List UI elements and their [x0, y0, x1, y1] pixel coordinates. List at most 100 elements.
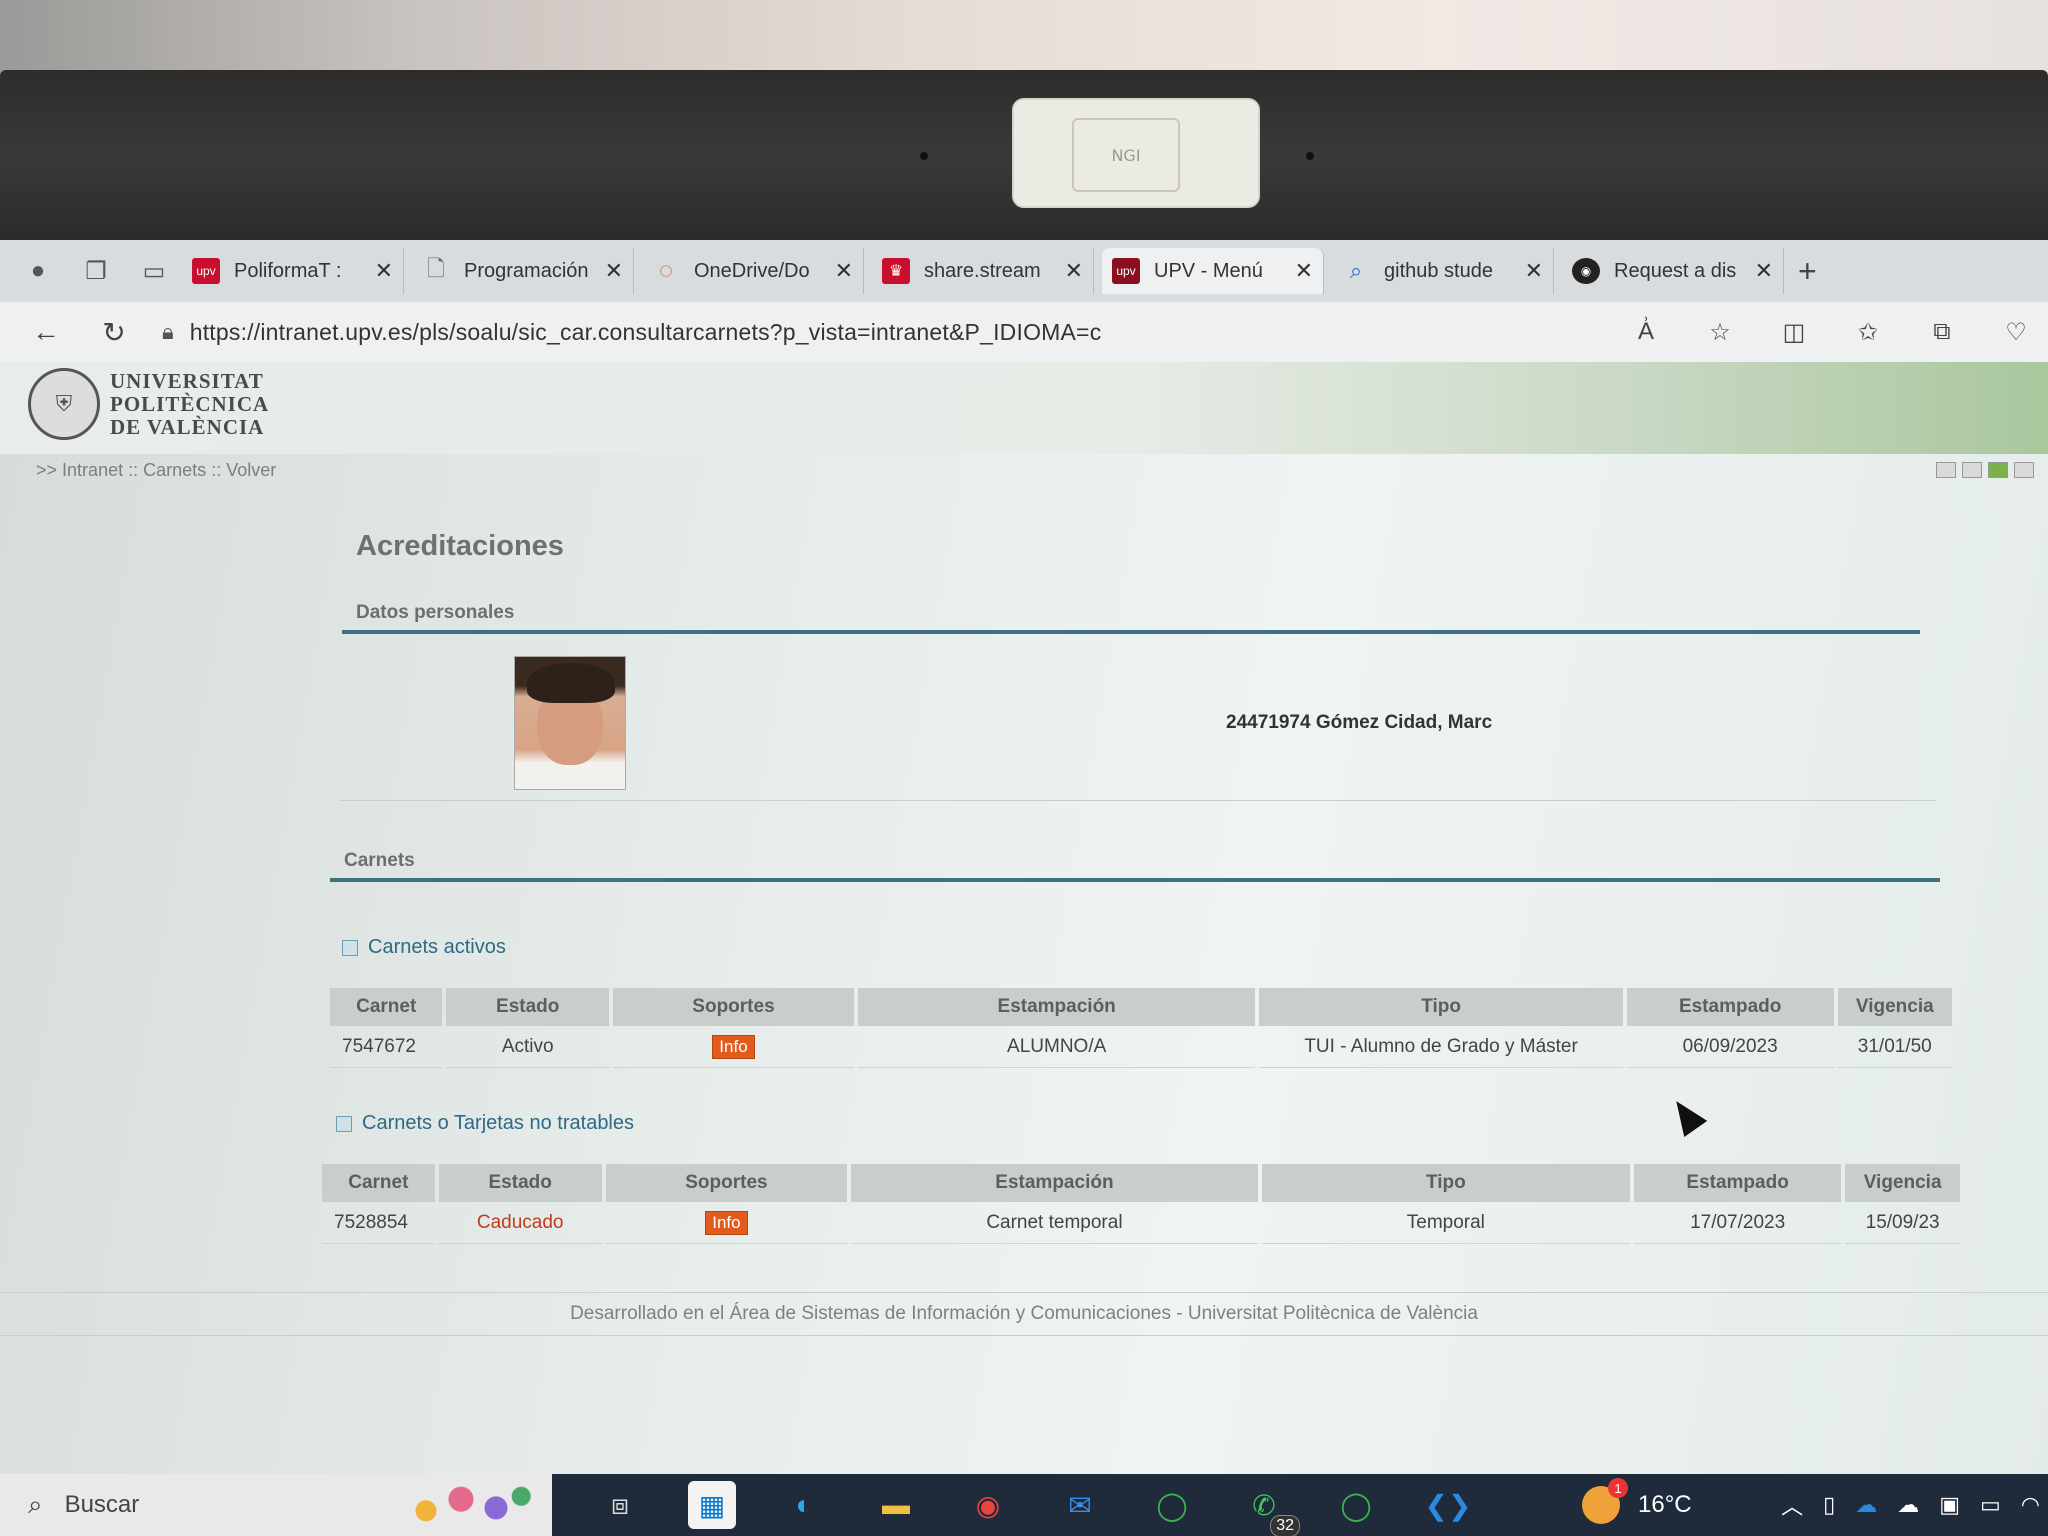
- url-text: https://intranet.upv.es/pls/soalu/sic_ca…: [189, 318, 1102, 345]
- tab-poliformat[interactable]: upv PoliformaT : ✕: [182, 248, 404, 294]
- mail-icon[interactable]: ✉: [1056, 1481, 1104, 1529]
- app-circle-icon[interactable]: ◯: [1148, 1481, 1196, 1529]
- breadcrumb-carnets[interactable]: Carnets: [143, 460, 206, 480]
- page-title: Acreditaciones: [356, 530, 564, 562]
- view-icon[interactable]: [1988, 462, 2008, 478]
- info-button[interactable]: Info: [712, 1034, 755, 1059]
- close-icon[interactable]: ✕: [1525, 258, 1543, 284]
- bezel-dot: [920, 152, 928, 160]
- store-icon[interactable]: ▦: [688, 1481, 736, 1529]
- profile-icon[interactable]: ●: [18, 251, 58, 291]
- search-highlight-image: [398, 1476, 538, 1534]
- notification-badge: 32: [1270, 1515, 1300, 1536]
- search-icon: ⌕: [1349, 258, 1363, 283]
- app-circle-icon[interactable]: ◯: [1332, 1481, 1380, 1529]
- screen-icon[interactable]: ▣: [1939, 1492, 1960, 1518]
- favorites-icon[interactable]: ✩: [1846, 310, 1890, 354]
- edge-icon[interactable]: ◐: [780, 1481, 828, 1529]
- chevron-up-icon[interactable]: ︿: [1781, 1489, 1803, 1521]
- list-icon: [336, 1115, 352, 1132]
- bezel-dot: [1306, 152, 1314, 160]
- task-view-icon[interactable]: ⧈: [596, 1481, 644, 1529]
- tab-request[interactable]: ◉ Request a dis ✕: [1562, 248, 1784, 294]
- untreatable-carnets-heading: Carnets o Tarjetas no tratables: [336, 1112, 634, 1135]
- lock-icon: 🔒︎: [162, 319, 174, 344]
- new-tab-button[interactable]: +: [1798, 253, 1817, 290]
- untreatable-carnets-table: Carnet Estado Soportes Estampación Tipo …: [318, 1164, 1964, 1244]
- tab-programacion[interactable]: 🗋 Programación ✕: [412, 248, 634, 294]
- address-bar[interactable]: 🔒︎ https://intranet.upv.es/pls/soalu/sic…: [162, 310, 1622, 354]
- upv-icon: upv: [1112, 258, 1140, 284]
- star-icon[interactable]: ☆: [1698, 310, 1742, 354]
- col-estampacion: Estampación: [857, 988, 1256, 1026]
- webcam-cover-label: NGI: [1072, 118, 1180, 192]
- close-icon[interactable]: ✕: [1065, 258, 1083, 284]
- view-icon[interactable]: [2014, 462, 2034, 478]
- tab-onedrive[interactable]: ◌ OneDrive/Do ✕: [642, 248, 864, 294]
- read-aloud-icon[interactable]: A͗: [1624, 310, 1668, 354]
- cloud-icon[interactable]: ☁: [1897, 1492, 1919, 1518]
- back-arrow-icon[interactable]: ←: [24, 310, 68, 354]
- weather-badge: 1: [1608, 1478, 1628, 1498]
- tab-upv-menu[interactable]: upv UPV - Menú ✕: [1102, 248, 1324, 294]
- col-vigencia: Vigencia: [1845, 1164, 1960, 1202]
- collections-icon[interactable]: ⧉: [1920, 310, 1964, 354]
- col-tipo: Tipo: [1261, 1164, 1630, 1202]
- close-icon[interactable]: ✕: [1295, 258, 1313, 284]
- chrome-icon[interactable]: ◉: [964, 1481, 1012, 1529]
- whatsapp-icon[interactable]: ✆ 32: [1240, 1481, 1300, 1536]
- view-icon[interactable]: [1936, 462, 1956, 478]
- section-datos-personales: Datos personales: [356, 602, 515, 623]
- taskbar: ⌕ Buscar ⧈ ▦ ◐ ▬ ◉ ✉ ◯ ✆ 32 ◯ ❮❯ 1 16°C …: [0, 1474, 2048, 1536]
- col-tipo: Tipo: [1259, 988, 1623, 1026]
- col-vigencia: Vigencia: [1837, 988, 1952, 1026]
- info-button[interactable]: Info: [705, 1210, 748, 1235]
- upv-logo[interactable]: ⛨ UNIVERSITAT POLITÈCNICA DE VALÈNCIA: [28, 368, 269, 440]
- split-screen-icon[interactable]: ◫: [1772, 310, 1816, 354]
- table-row: 7528854 Caducado Info Carnet temporal Te…: [322, 1202, 1960, 1244]
- onedrive-icon: ◌: [658, 257, 674, 284]
- col-estado: Estado: [438, 1164, 602, 1202]
- taskbar-search[interactable]: ⌕ Buscar: [0, 1474, 552, 1536]
- col-estampado: Estampado: [1626, 988, 1834, 1026]
- close-icon[interactable]: ✕: [835, 258, 853, 284]
- file-explorer-icon[interactable]: ▬: [872, 1481, 920, 1529]
- system-tray: ︿ ▯ ☁ ☁ ▣ ▭ ◠: [1781, 1474, 2040, 1536]
- view-options: [1936, 462, 2034, 478]
- wifi-icon[interactable]: ◠: [2021, 1492, 2040, 1518]
- close-icon[interactable]: ✕: [605, 258, 623, 284]
- refresh-icon[interactable]: ↻: [92, 310, 136, 354]
- weather-widget[interactable]: 1 16°C: [1582, 1474, 1692, 1536]
- workspaces-icon[interactable]: ❐: [76, 251, 116, 291]
- weather-temperature: 16°C: [1638, 1491, 1692, 1518]
- list-icon: [342, 939, 358, 956]
- status-expired: Caducado: [438, 1202, 602, 1244]
- upv-seal-icon: ⛨: [28, 368, 100, 440]
- footer: Desarrollado en el Área de Sistemas de I…: [0, 1292, 2048, 1336]
- tab-strip: ● ❐ ▭ upv PoliformaT : ✕ 🗋 Programación …: [0, 240, 2048, 302]
- document-icon: 🗋: [427, 256, 445, 281]
- tab-sharestream[interactable]: ♛ share.stream ✕: [872, 248, 1094, 294]
- section-divider: [342, 630, 1920, 634]
- onedrive-cloud-icon[interactable]: ☁: [1855, 1492, 1877, 1518]
- phone-link-icon[interactable]: ▯: [1823, 1492, 1835, 1518]
- breadcrumb-volver[interactable]: Volver: [226, 460, 276, 480]
- profile-photo: [514, 656, 626, 790]
- tab-actions-icon[interactable]: ▭: [134, 251, 174, 291]
- upv-icon: upv: [192, 258, 220, 284]
- section-carnets: Carnets: [344, 850, 415, 871]
- vscode-icon[interactable]: ❮❯: [1424, 1481, 1472, 1529]
- col-carnet: Carnet: [322, 1164, 435, 1202]
- mouse-cursor-icon: [1664, 1093, 1708, 1137]
- close-icon[interactable]: ✕: [375, 258, 393, 284]
- tab-github-student[interactable]: ⌕ github stude ✕: [1332, 248, 1554, 294]
- table-row: 7547672 Activo Info ALUMNO/A TUI - Alumn…: [330, 1026, 1952, 1068]
- battery-icon[interactable]: ▭: [1980, 1492, 2001, 1518]
- health-icon[interactable]: ♡: [1994, 310, 2038, 354]
- webcam-cover: NGI: [1012, 98, 1260, 208]
- breadcrumb-intranet[interactable]: Intranet: [62, 460, 123, 480]
- photo-background: [0, 0, 2048, 80]
- web-page: ⛨ UNIVERSITAT POLITÈCNICA DE VALÈNCIA >>…: [0, 362, 2048, 1536]
- view-icon[interactable]: [1962, 462, 1982, 478]
- close-icon[interactable]: ✕: [1755, 258, 1773, 284]
